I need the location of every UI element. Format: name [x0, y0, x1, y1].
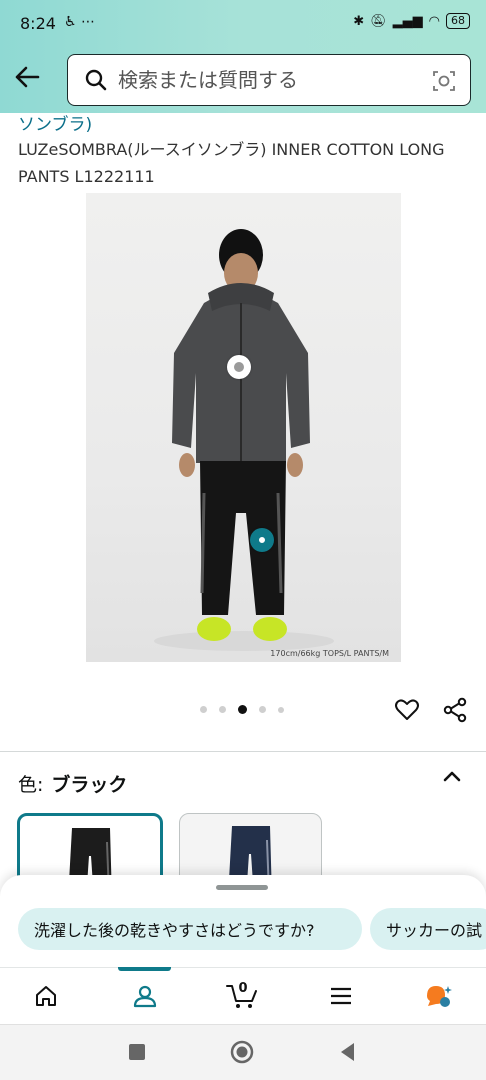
color-value: ブラック — [51, 774, 128, 796]
chevron-up-icon[interactable] — [441, 765, 463, 787]
carousel-dot-active — [238, 705, 247, 714]
camera-search-icon[interactable] — [432, 69, 456, 93]
product-image[interactable]: 170cm/66kg TOPS/L PANTS/M — [86, 193, 401, 662]
variation-label: 色: ブラック — [18, 770, 127, 797]
carousel-indicator — [200, 705, 284, 714]
battery-indicator: 68 — [446, 13, 470, 29]
model-figure — [154, 229, 334, 651]
carousel-dot — [219, 706, 226, 713]
cart-count: 0 — [238, 981, 248, 996]
rufus-icon — [427, 986, 452, 1007]
nav-menu[interactable] — [326, 980, 356, 1012]
home-icon — [36, 986, 56, 1006]
status-time: 8:24 — [20, 14, 56, 33]
share-icon[interactable] — [442, 697, 468, 723]
jacket-hotspot[interactable] — [227, 355, 251, 379]
carousel-dot — [278, 706, 284, 713]
accessibility-icon: ♿︎ ⋯ — [64, 14, 96, 30]
section-divider — [0, 751, 486, 752]
nav-rufus[interactable] — [424, 980, 454, 1012]
color-label-text: 色: — [18, 774, 44, 796]
home-button[interactable] — [230, 1040, 254, 1064]
mute-icon: 🔕︎ — [370, 13, 387, 29]
heart-icon[interactable] — [394, 697, 420, 723]
nav-account[interactable] — [130, 980, 160, 1012]
triangle-back-icon — [341, 1043, 354, 1061]
back-button[interactable] — [12, 62, 42, 92]
nav-home[interactable] — [31, 980, 61, 1012]
search-bar[interactable] — [67, 54, 471, 106]
suggestion-sheet: 洗濯した後の乾きやすさはどうですか? サッカーの試 — [0, 875, 486, 967]
signal-icon: ▂▄▆ — [392, 13, 423, 29]
square-icon — [129, 1044, 145, 1060]
status-icons: ✱ 🔕︎ ▂▄▆ ◠ 68 — [353, 13, 470, 29]
account-icon — [133, 985, 157, 1008]
search-icon — [85, 69, 107, 91]
image-caption: 170cm/66kg TOPS/L PANTS/M — [270, 649, 389, 658]
carousel-dot — [200, 706, 207, 713]
back-nav-button[interactable] — [336, 1040, 360, 1064]
pants-hotspot[interactable] — [250, 528, 274, 552]
circle-icon — [230, 1040, 254, 1064]
suggestion-chip[interactable]: サッカーの試 — [370, 908, 486, 950]
recents-button[interactable] — [125, 1040, 149, 1064]
search-input[interactable] — [118, 68, 418, 92]
carousel-dot — [259, 706, 266, 713]
suggestion-chip[interactable]: 洗濯した後の乾きやすさはどうですか? — [18, 908, 362, 950]
status-bar: 8:24 ♿︎ ⋯ ✱ 🔕︎ ▂▄▆ ◠ 68 — [0, 0, 486, 48]
bluetooth-icon: ✱ — [353, 13, 365, 29]
breadcrumb-link[interactable]: ソンブラ) — [18, 110, 92, 135]
nav-active-indicator — [118, 967, 171, 971]
arrow-left-icon — [15, 66, 40, 88]
menu-icon — [331, 987, 351, 1005]
wifi-icon: ◠ — [428, 13, 440, 29]
product-title: LUZeSOMBRA(ルースイソンブラ) INNER COTTON LONG P… — [18, 140, 445, 186]
sheet-handle[interactable] — [216, 885, 268, 890]
